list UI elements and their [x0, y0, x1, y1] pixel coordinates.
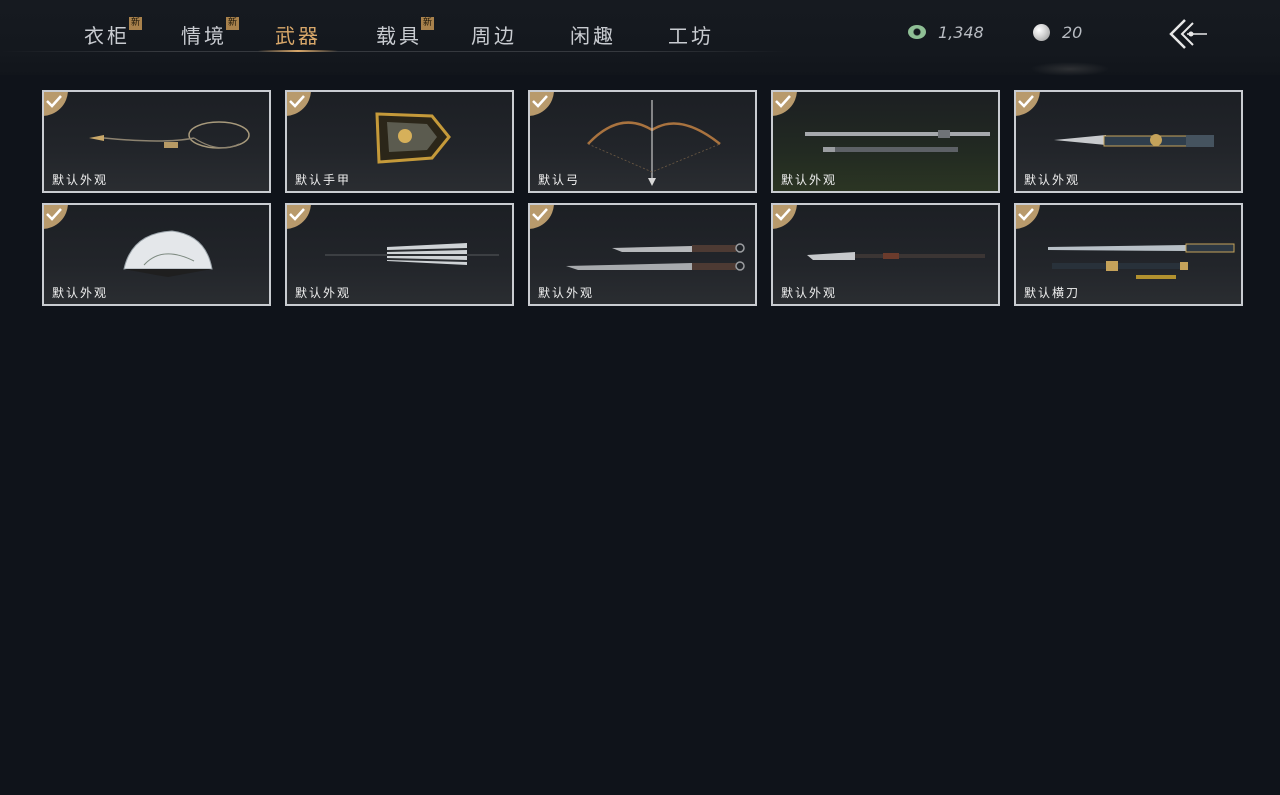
- weapon-card[interactable]: 默认外观: [285, 203, 514, 306]
- jade-coin-icon: [908, 25, 926, 39]
- top-bar: 衣柜 新 情境 新 武器 载具 新 周边 闲趣 工坊 1,348 20: [0, 0, 1280, 76]
- tab-weapons[interactable]: 武器: [275, 20, 321, 52]
- tab-label: 武器: [275, 24, 321, 48]
- weapon-card[interactable]: 默认手甲: [285, 90, 514, 193]
- tab-mounts[interactable]: 载具 新: [376, 17, 434, 52]
- tab-scenes[interactable]: 情境 新: [181, 17, 239, 52]
- item-label: 默认外观: [781, 173, 838, 187]
- pearl-amount: 20: [1062, 22, 1083, 42]
- new-badge: 新: [226, 17, 239, 30]
- jade-amount: 1,348: [938, 22, 984, 42]
- tab-label: 工坊: [668, 24, 714, 48]
- equipped-check-icon: [1016, 205, 1040, 229]
- pearl-icon: [1033, 23, 1050, 41]
- item-label: 默认外观: [52, 286, 109, 300]
- jade-currency: 1,348: [908, 22, 984, 42]
- item-label: 默认横刀: [1024, 286, 1081, 300]
- weapon-card[interactable]: 默认横刀: [1014, 203, 1243, 306]
- new-badge: 新: [129, 17, 142, 30]
- tab-wardrobe[interactable]: 衣柜 新: [84, 17, 142, 52]
- tab-leisure[interactable]: 闲趣: [570, 20, 616, 52]
- item-label: 默认手甲: [295, 173, 352, 187]
- equipped-check-icon: [287, 205, 311, 229]
- item-label: 默认外观: [1024, 173, 1081, 187]
- item-label: 默认外观: [295, 286, 352, 300]
- tab-accessories[interactable]: 周边: [471, 20, 517, 52]
- tab-label: 衣柜: [84, 24, 130, 48]
- weapon-card[interactable]: 默认弓: [528, 90, 757, 193]
- tab-label: 闲趣: [570, 24, 616, 48]
- tab-label: 周边: [471, 24, 517, 48]
- item-label: 默认弓: [538, 173, 581, 187]
- new-badge: 新: [421, 17, 434, 30]
- back-button[interactable]: [1163, 14, 1213, 54]
- weapon-card[interactable]: 默认外观: [771, 203, 1000, 306]
- equipped-check-icon: [287, 92, 311, 116]
- active-tab-indicator: [258, 50, 338, 52]
- weapon-card[interactable]: 默认外观: [528, 203, 757, 306]
- pearl-currency: 20: [1033, 22, 1082, 42]
- equipped-check-icon: [530, 205, 554, 229]
- weapon-card[interactable]: 默认外观: [42, 203, 271, 306]
- tab-workshop[interactable]: 工坊: [668, 20, 714, 52]
- item-label: 默认外观: [781, 286, 838, 300]
- tab-label: 情境: [181, 24, 227, 48]
- equipped-check-icon: [773, 205, 797, 229]
- equipped-check-icon: [44, 92, 68, 116]
- weapon-card[interactable]: 默认外观: [771, 90, 1000, 193]
- weapon-card[interactable]: 默认外观: [1014, 90, 1243, 193]
- tab-label: 载具: [376, 24, 422, 48]
- weapon-card[interactable]: 默认外观: [42, 90, 271, 193]
- equipped-check-icon: [1016, 92, 1040, 116]
- item-label: 默认外观: [538, 286, 595, 300]
- equipped-check-icon: [44, 205, 68, 229]
- equipped-check-icon: [773, 92, 797, 116]
- tab-divider: [0, 51, 790, 52]
- category-tabs: 衣柜 新 情境 新 武器 载具 新 周边 闲趣 工坊: [0, 0, 790, 60]
- equipped-check-icon: [530, 92, 554, 116]
- item-label: 默认外观: [52, 173, 109, 187]
- back-arrow-icon: [1169, 19, 1207, 49]
- background-rock: [1030, 62, 1110, 76]
